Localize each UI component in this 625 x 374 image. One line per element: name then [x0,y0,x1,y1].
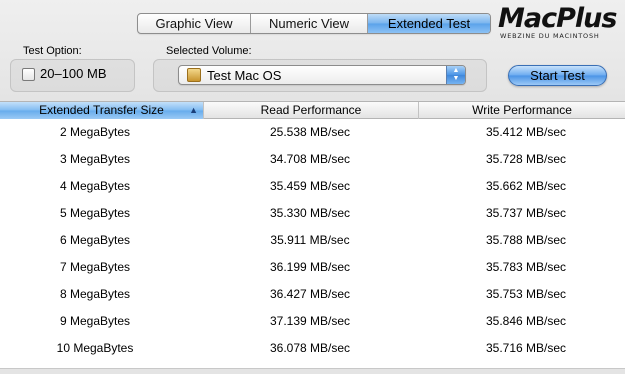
cell-read: 37.139 MB/sec [269,314,351,328]
table-row[interactable]: 4 MegaBytes 35.459 MB/sec 35.662 MB/sec [0,173,625,200]
cell-read: 36.427 MB/sec [269,287,351,301]
column-header-transfer-size[interactable]: Extended Transfer Size ▲ [0,102,204,119]
table-row[interactable]: 9 MegaBytes 37.139 MB/sec 35.846 MB/sec [0,308,625,335]
cell-write: 35.412 MB/sec [485,125,567,139]
table-row[interactable]: 3 MegaBytes 34.708 MB/sec 35.728 MB/sec [0,146,625,173]
cell-write: 35.728 MB/sec [485,152,567,166]
start-test-button[interactable]: Start Test [508,65,607,86]
table-row[interactable]: 8 MegaBytes 36.427 MB/sec 35.753 MB/sec [0,281,625,308]
sort-ascending-icon: ▲ [189,105,198,115]
table-row[interactable]: 6 MegaBytes 35.911 MB/sec 35.788 MB/sec [0,227,625,254]
cell-write: 35.716 MB/sec [485,341,567,355]
tab-extended-test[interactable]: Extended Test [368,14,490,33]
cell-size: 8 MegaBytes [59,287,131,301]
table-header: Extended Transfer Size ▲ Read Performanc… [0,101,625,119]
cell-read: 35.911 MB/sec [270,233,350,247]
cell-size: 2 MegaBytes [59,125,131,139]
cell-size: 9 MegaBytes [59,314,131,328]
column-header-read[interactable]: Read Performance [204,102,419,119]
volume-popup[interactable]: Test Mac OS ▲ ▼ [178,65,466,85]
cell-write: 35.662 MB/sec [485,179,567,193]
cell-write: 35.846 MB/sec [485,314,567,328]
cell-write: 35.783 MB/sec [485,260,567,274]
table-row[interactable]: 10 MegaBytes 36.078 MB/sec 35.716 MB/sec [0,335,625,362]
cell-read: 36.078 MB/sec [269,341,351,355]
size-range-label[interactable]: 20–100 MB [40,66,107,81]
popup-arrows-icon: ▲ ▼ [446,66,465,84]
column-header-write[interactable]: Write Performance [419,102,625,119]
cell-size: 10 MegaBytes [56,341,134,355]
cell-read: 35.459 MB/sec [269,179,351,193]
logo-title: MacPlus [498,3,617,34]
cell-size: 5 MegaBytes [59,206,131,220]
cell-size: 6 MegaBytes [59,233,131,247]
cell-write: 35.753 MB/sec [485,287,567,301]
view-segmented-control: Graphic View Numeric View Extended Test [137,13,491,34]
cell-read: 35.330 MB/sec [269,206,351,220]
cell-read: 25.538 MB/sec [269,125,351,139]
cell-read: 34.708 MB/sec [269,152,351,166]
column-header-transfer-size-label: Extended Transfer Size [39,103,164,117]
cell-size: 7 MegaBytes [59,260,131,274]
cell-write: 35.788 MB/sec [485,233,567,247]
disk-icon [187,68,201,82]
selected-volume-label: Selected Volume: [166,45,252,57]
table-row[interactable]: 5 MegaBytes 35.330 MB/sec 35.737 MB/sec [0,200,625,227]
test-option-label: Test Option: [23,45,82,57]
volume-popup-value: Test Mac OS [207,68,282,83]
cell-read: 36.199 MB/sec [269,260,351,274]
tab-graphic-view[interactable]: Graphic View [138,14,251,33]
macplus-logo: MacPlus WEBZINE DU MACINTOSH [498,4,620,44]
cell-write: 35.737 MB/sec [485,206,567,220]
window-bottom-edge [0,368,625,374]
tab-numeric-view[interactable]: Numeric View [251,14,368,33]
size-range-checkbox[interactable] [22,68,35,81]
table-row[interactable]: 2 MegaBytes 25.538 MB/sec 35.412 MB/sec [0,119,625,146]
cell-size: 4 MegaBytes [59,179,131,193]
cell-size: 3 MegaBytes [59,152,131,166]
table-row[interactable]: 7 MegaBytes 36.199 MB/sec 35.783 MB/sec [0,254,625,281]
